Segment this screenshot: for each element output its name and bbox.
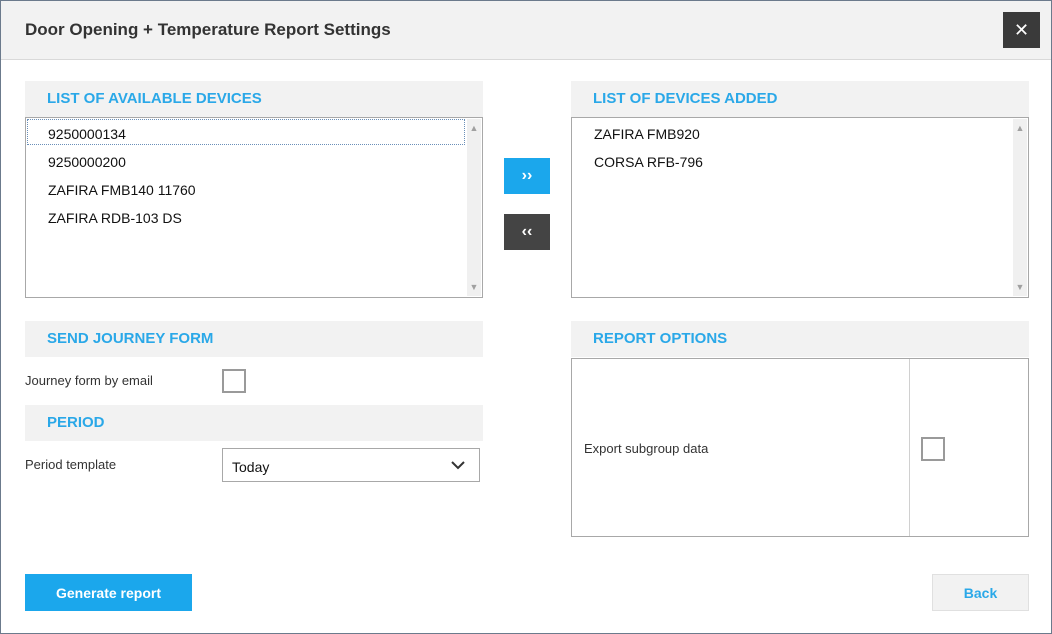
generate-report-button[interactable]: Generate report xyxy=(25,574,192,611)
dialog-title: Door Opening + Temperature Report Settin… xyxy=(25,20,391,39)
journey-email-label: Journey form by email xyxy=(25,373,153,388)
close-icon: ✕ xyxy=(1013,20,1030,40)
title-bar: Door Opening + Temperature Report Settin… xyxy=(1,1,1051,60)
export-subgroup-checkbox[interactable] xyxy=(921,437,945,461)
available-device-item[interactable]: ZAFIRA RDB-103 DS xyxy=(48,208,182,228)
remove-device-button[interactable]: ‹‹ xyxy=(504,214,550,250)
scroll-down-icon[interactable]: ▼ xyxy=(1013,280,1027,294)
export-subgroup-label: Export subgroup data xyxy=(584,441,709,456)
report-options-table: Export subgroup data xyxy=(571,358,1029,537)
column-divider xyxy=(909,359,910,536)
added-device-item[interactable]: ZAFIRA FMB920 xyxy=(594,124,700,144)
journey-email-checkbox[interactable] xyxy=(222,369,246,393)
period-template-label: Period template xyxy=(25,457,117,472)
chevron-down-icon xyxy=(451,461,465,470)
added-list-scrollbar[interactable]: ▲ ▼ xyxy=(1013,119,1027,296)
back-button[interactable]: Back xyxy=(932,574,1029,611)
available-device-item[interactable]: ZAFIRA FMB140 11760 xyxy=(48,180,196,200)
added-devices-list[interactable]: ZAFIRA FMB920 CORSA RFB-796 ▲ ▼ xyxy=(571,117,1029,298)
add-device-button[interactable]: ›› xyxy=(504,158,550,194)
available-devices-heading: LIST OF AVAILABLE DEVICES xyxy=(25,81,483,117)
report-options-heading: REPORT OPTIONS xyxy=(571,321,1029,357)
period-heading: PERIOD xyxy=(25,405,483,441)
scroll-down-icon[interactable]: ▼ xyxy=(467,280,481,294)
period-template-select[interactable]: Today xyxy=(222,448,480,482)
report-settings-dialog: Door Opening + Temperature Report Settin… xyxy=(0,0,1052,634)
journey-form-heading: SEND JOURNEY FORM xyxy=(25,321,483,357)
scroll-up-icon[interactable]: ▲ xyxy=(1013,121,1027,135)
available-device-item[interactable]: 9250000200 xyxy=(48,152,126,172)
available-list-scrollbar[interactable]: ▲ ▼ xyxy=(467,119,481,296)
available-device-item[interactable]: 9250000134 xyxy=(48,124,126,144)
close-button[interactable]: ✕ xyxy=(1003,12,1040,48)
available-devices-list[interactable]: 9250000134 9250000200 ZAFIRA FMB140 1176… xyxy=(25,117,483,298)
added-device-item[interactable]: CORSA RFB-796 xyxy=(594,152,703,172)
period-template-value: Today xyxy=(232,459,270,475)
scroll-up-icon[interactable]: ▲ xyxy=(467,121,481,135)
added-devices-heading: LIST OF DEVICES ADDED xyxy=(571,81,1029,117)
